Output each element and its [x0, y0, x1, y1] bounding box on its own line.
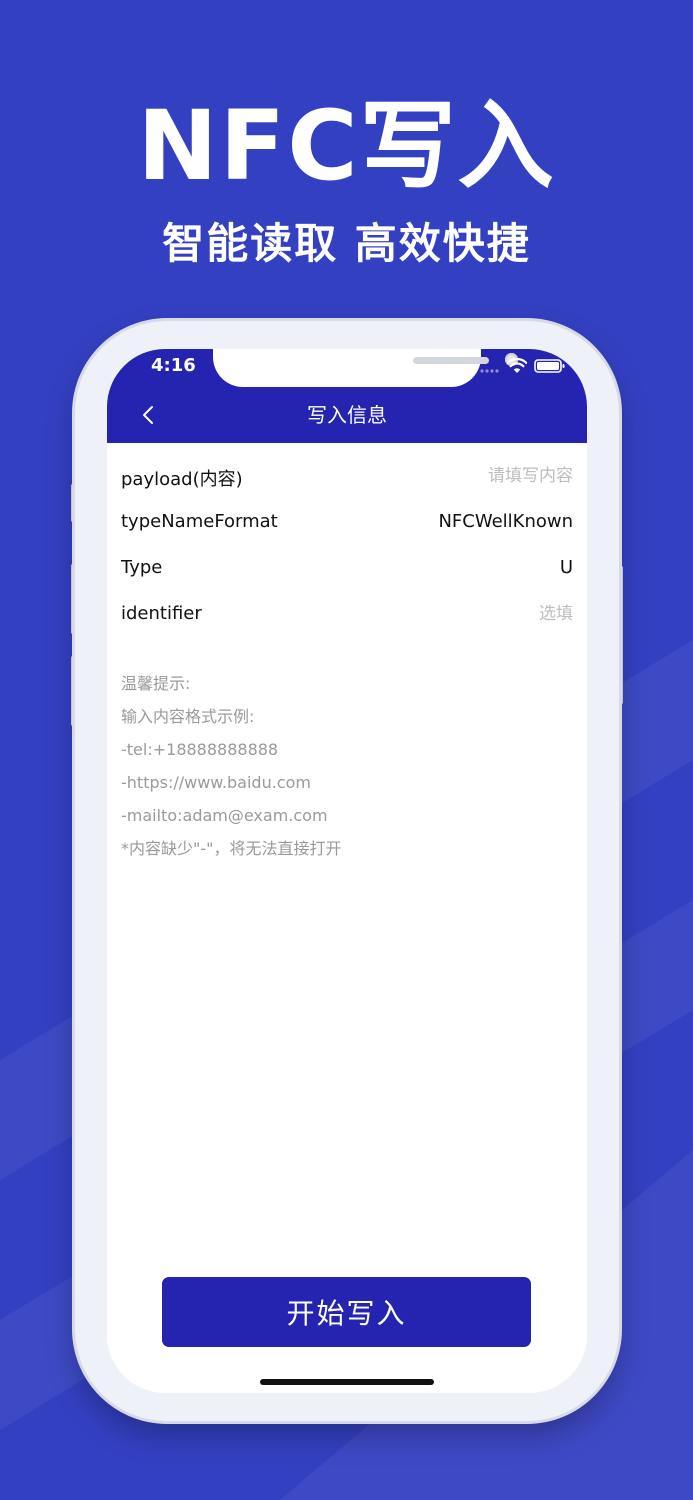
payload-input[interactable]: [373, 461, 573, 491]
tip-line: -tel:+18888888888: [121, 740, 279, 759]
tips-section: 温馨提示: 输入内容格式示例: -tel:+18888888888 -https…: [121, 667, 573, 865]
tip-line: *内容缺少"-"，将无法直接打开: [121, 839, 342, 858]
type-value[interactable]: U: [560, 557, 573, 578]
type-name-format-field[interactable]: typeNameFormat NFCWellKnown: [121, 503, 573, 543]
phone-frame: 4:16 写入信息 payload(内容) 请填写内容 typeNameForm…: [75, 321, 619, 1421]
tip-line: 输入内容格式示例:: [121, 707, 255, 726]
speaker-grille: [413, 357, 489, 364]
payload-field: payload(内容): [121, 457, 573, 497]
phone-screen: 4:16 写入信息 payload(内容) 请填写内容 typeNameForm…: [107, 349, 587, 1393]
home-indicator[interactable]: [260, 1379, 434, 1385]
notch: [213, 349, 518, 387]
tip-line: -https://www.baidu.com: [121, 773, 311, 792]
tip-line: -mailto:adam@exam.com: [121, 806, 328, 825]
battery-icon: [534, 359, 565, 373]
type-name-format-label: typeNameFormat: [121, 511, 278, 532]
type-field[interactable]: Type U: [121, 549, 573, 589]
start-write-button[interactable]: 开始写入: [162, 1277, 531, 1347]
identifier-label: identifier: [121, 603, 202, 624]
status-icons: [480, 355, 570, 379]
hero-title: NFC写入: [137, 90, 556, 202]
type-label: Type: [121, 557, 163, 578]
tip-line: 温馨提示:: [121, 674, 191, 693]
signal-dots-icon: [480, 369, 499, 373]
identifier-field: identifier: [121, 595, 573, 635]
hero-subtitle: 智能读取 高效快捷: [162, 219, 531, 268]
payload-label: payload(内容): [121, 469, 243, 490]
type-name-format-value[interactable]: NFCWellKnown: [438, 511, 573, 532]
header-bar: 4:16 写入信息: [107, 349, 587, 443]
wifi-icon: [507, 358, 527, 373]
identifier-input[interactable]: [373, 599, 573, 629]
status-time: 4:16: [151, 355, 196, 376]
page-title: 写入信息: [307, 403, 387, 427]
